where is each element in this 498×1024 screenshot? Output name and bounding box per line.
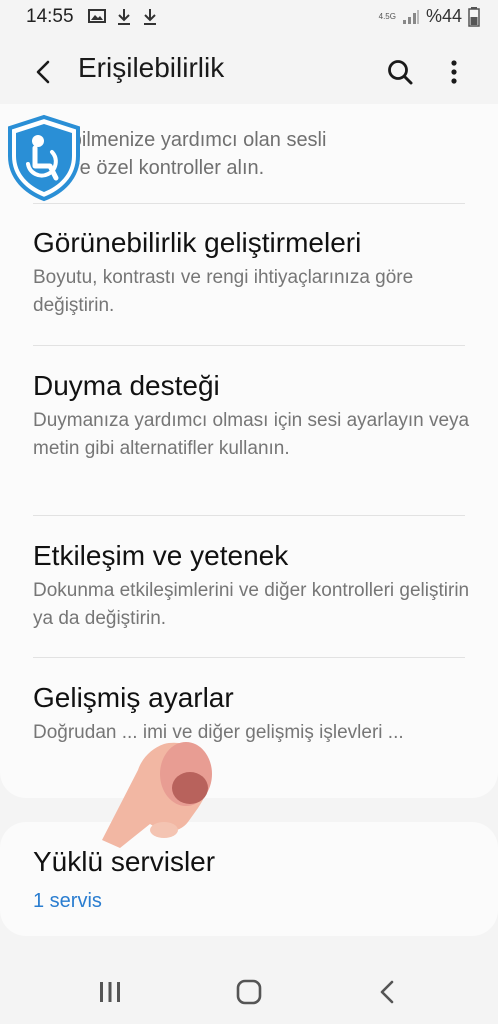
divider [33, 345, 465, 346]
status-bar: 14:55 4.5G %44 [0, 0, 498, 34]
partial-item-desc[interactable]: ...şabilmenize yardımcı olan sesli yüz v… [33, 126, 473, 182]
item-desc: Boyutu, kontrastı ve rengi ihtiyaçlarını… [33, 267, 414, 316]
download-icon [118, 9, 130, 25]
download-icon [144, 9, 156, 25]
battery-icon [468, 6, 480, 27]
item-title: Duyma desteği [33, 370, 220, 401]
back-arrow-icon[interactable] [28, 56, 60, 88]
item-title: Etkileşim ve yetenek [33, 540, 289, 571]
home-icon[interactable] [229, 976, 269, 1008]
item-hearing-support[interactable]: Duyma desteği Duymanıza yardımcı olması … [33, 369, 473, 463]
item-desc: Duymanıza yardımcı olması için sesi ayar… [33, 410, 470, 459]
network-type: 4.5G [378, 11, 396, 21]
divider [33, 657, 465, 658]
navigation-bar [0, 960, 498, 1024]
services-count: 1 servis [33, 890, 102, 912]
battery-level: %44 [425, 6, 462, 26]
item-interaction-dexterity[interactable]: Etkileşim ve yetenek Dokunma etkileşimle… [33, 539, 473, 633]
recents-icon[interactable] [90, 976, 130, 1008]
item-advanced-settings[interactable]: Gelişmiş ayarlar Doğrudan ... imi ve diğ… [33, 681, 473, 747]
accessibility-shield-icon [8, 114, 80, 202]
signal-icon [402, 9, 419, 24]
notification-icons [88, 8, 158, 26]
divider [33, 203, 465, 204]
item-desc: Dokunma etkileşimlerini ve diğer kontrol… [33, 580, 470, 629]
app-bar: Erişilebilirlik [0, 40, 498, 104]
installed-services-item[interactable]: Yüklü servisler 1 servis [0, 822, 498, 936]
more-vert-icon[interactable] [440, 56, 468, 88]
item-title: Gelişmiş ayarlar [33, 682, 234, 713]
divider [33, 515, 465, 516]
page-title: Erişilebilirlik [78, 52, 225, 83]
item-title: Görünebilirlik geliştirmeleri [33, 227, 362, 258]
nav-back-icon[interactable] [368, 976, 408, 1008]
search-icon[interactable] [384, 56, 416, 88]
status-time: 14:55 [26, 6, 74, 27]
settings-card: ...şabilmenize yardımcı olan sesli yüz v… [0, 104, 498, 798]
image-icon [88, 9, 106, 23]
item-desc: Doğrudan ... imi ve diğer gelişmiş işlev… [33, 722, 404, 743]
services-title: Yüklü servisler [33, 846, 216, 877]
item-visibility-enhancements[interactable]: Görünebilirlik geliştirmeleri Boyutu, ko… [33, 226, 473, 320]
